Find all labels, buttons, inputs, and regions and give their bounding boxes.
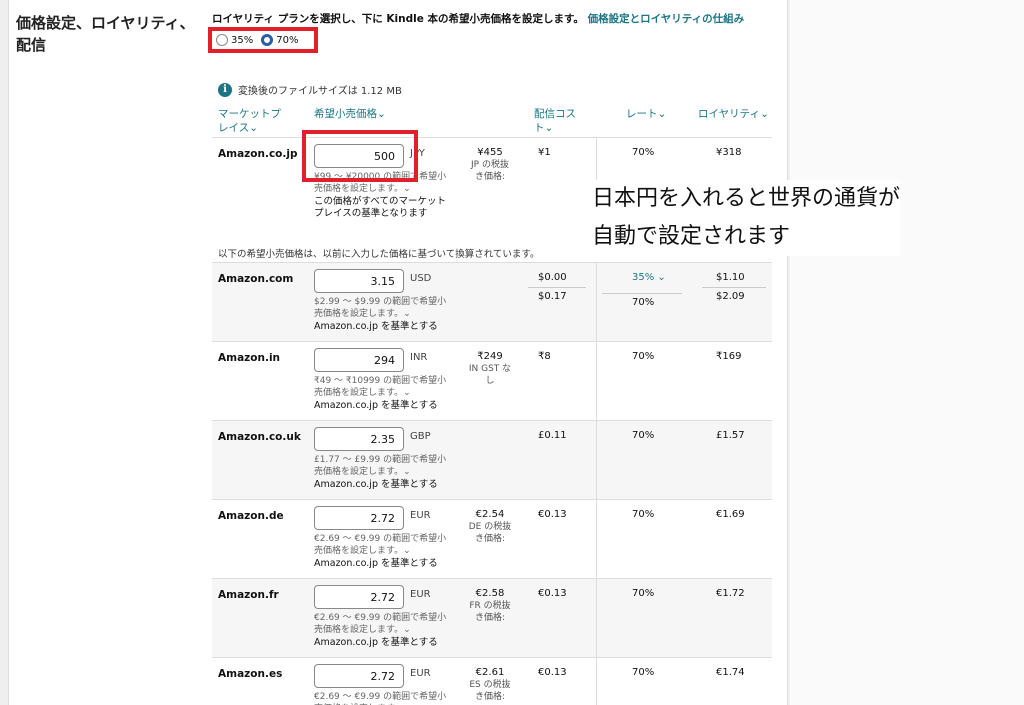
market-name: Amazon.es [218, 668, 283, 680]
delivery-cost: €0.13 [538, 667, 567, 678]
info-icon: i [218, 82, 232, 97]
currency-code: GBP [410, 431, 431, 442]
currency-code: USD [410, 273, 432, 284]
price-range-note[interactable]: $2.99 ～ $9.99 の範囲で希望小売価格を設定します。⌄ [314, 296, 454, 320]
royalty-plan-selector: 35% 70% [208, 27, 318, 53]
conversion-note: 以下の希望小売価格は、以前に入力した価格に基づいて換算されています。 [218, 249, 540, 260]
price-range-note[interactable]: £1.77 ～ £9.99 の範囲で希望小売価格を設定します。⌄ [314, 454, 454, 478]
market-name: Amazon.in [218, 352, 281, 364]
base-price-note: この価格がすべてのマーケットプレイスの基準となります [314, 196, 446, 219]
tax-exclusive-price: ¥455 JP の税抜き価格: [471, 147, 509, 182]
file-size-text: 変換後のファイルサイズは 1.12 MB [238, 86, 402, 97]
header-delivery-cost[interactable]: 配信コスト⌄ [534, 107, 580, 135]
pricing-help-link[interactable]: 価格設定とロイヤリティの仕組み [588, 13, 745, 25]
price-input-es[interactable]: 2.72 [314, 664, 404, 688]
currency-code: INR [410, 352, 428, 363]
price-input-in[interactable]: 294 [314, 348, 404, 372]
plan-35-radio[interactable]: 35% [216, 34, 253, 46]
tax-exclusive-price: €2.61 ES の税抜き価格: [469, 667, 511, 702]
market-row-com: Amazon.com 3.15 USD $2.99 ～ $9.99 の範囲で希望… [212, 262, 772, 341]
market-row-es: Amazon.es 2.72 EUR €2.69 ～ €9.99 の範囲で希望小… [212, 657, 772, 705]
price-input-fr[interactable]: 2.72 [314, 585, 404, 609]
market-name: Amazon.co.jp [218, 148, 298, 160]
delivery-cost: €0.13 [538, 588, 567, 599]
base-price-note: Amazon.co.jp を基準とする [314, 558, 438, 569]
price-input-com[interactable]: 3.15 [314, 269, 404, 293]
currency-code: EUR [410, 668, 431, 679]
tax-exclusive-price: €2.58 FR の税抜き価格: [469, 588, 511, 623]
header-price[interactable]: 希望小売価格⌄ [314, 107, 386, 121]
market-row-uk: Amazon.co.uk 2.35 GBP £1.77 ～ £9.99 の範囲で… [212, 420, 772, 499]
royalty-amount: ₹169 [716, 351, 742, 362]
header-rate[interactable]: レート⌄ [626, 107, 666, 121]
market-row-in: Amazon.in 294 INR ₹49 ～ ₹10999 の範囲で希望小売価… [212, 341, 772, 420]
instruction-text: ロイヤリティ プランを選択し、下に Kindle 本の希望小売価格を設定します。 [212, 13, 584, 25]
price-range-note[interactable]: ₹49 ～ ₹10999 の範囲で希望小売価格を設定します。⌄ [314, 375, 454, 399]
delivery-cost: £0.11 [538, 430, 567, 441]
tax-exclusive-price: ₹249 IN GST なし [468, 351, 512, 386]
radio-off-icon [216, 34, 228, 46]
delivery-cost: ₹8 [538, 351, 551, 362]
price-range-note[interactable]: €2.69 ～ €9.99 の範囲で希望小売価格を設定します。 [314, 691, 454, 705]
chevron-down-icon: ⌄ [403, 546, 411, 556]
callout-annotation: 日本円を入れると世界の通貨が 自動で設定されます [592, 180, 901, 256]
chevron-down-icon: ⌄ [403, 467, 411, 477]
chevron-down-icon: ⌄ [544, 122, 554, 134]
royalty-rate: 70% [632, 147, 655, 158]
currency-code: EUR [410, 589, 431, 600]
market-row-fr: Amazon.fr 2.72 EUR €2.69 ～ €9.99 の範囲で希望小… [212, 578, 772, 657]
price-input-uk[interactable]: 2.35 [314, 427, 404, 451]
price-range-note[interactable]: €2.69 ～ €9.99 の範囲で希望小売価格を設定します。⌄ [314, 533, 454, 557]
royalty-rate: 70% [632, 430, 655, 441]
base-price-note: Amazon.co.jp を基準とする [314, 400, 438, 411]
header-royalty[interactable]: ロイヤリティ⌄ [698, 107, 769, 121]
base-price-note: Amazon.co.jp を基準とする [314, 479, 438, 490]
delivery-cost-70: $0.17 [538, 291, 567, 302]
market-name: Amazon.de [218, 510, 284, 522]
chevron-down-icon: ⌄ [403, 625, 411, 635]
market-row-de: Amazon.de 2.72 EUR €2.69 ～ €9.99 の範囲で希望小… [212, 499, 772, 578]
currency-code: EUR [410, 510, 431, 521]
royalty-amount-70: $2.09 [716, 291, 745, 302]
radio-on-icon [261, 34, 274, 46]
plan-70-radio[interactable]: 70% [261, 34, 298, 46]
royalty-rate: 70% [632, 667, 655, 678]
royalty-amount-35: $1.10 [716, 272, 745, 283]
market-name: Amazon.co.uk [218, 431, 301, 443]
right-blank-pane [790, 0, 1024, 705]
rate-35-toggle[interactable]: 35% ⌄ [632, 272, 666, 283]
header-marketplace[interactable]: マーケットプレイス⌄ [218, 107, 288, 135]
royalty-amount: ¥318 [716, 147, 742, 158]
royalty-rate: 70% [632, 509, 655, 520]
price-highlight-box [302, 130, 418, 182]
chevron-down-icon: ⌄ [760, 108, 769, 120]
price-input-de[interactable]: 2.72 [314, 506, 404, 530]
royalty-amount: €1.69 [716, 509, 745, 520]
chevron-down-icon: ⌄ [657, 272, 666, 283]
royalty-rate: 70% [632, 351, 655, 362]
royalty-amount: £1.57 [716, 430, 745, 441]
chevron-down-icon: ⌄ [249, 122, 258, 134]
chevron-down-icon: ⌄ [403, 309, 411, 319]
section-title: 価格設定、ロイヤリティ、配信 [16, 14, 195, 54]
chevron-down-icon: ⌄ [403, 184, 411, 194]
delivery-cost-35: $0.00 [538, 272, 567, 283]
price-range-note[interactable]: €2.69 ～ €9.99 の範囲で希望小売価格を設定します。⌄ [314, 612, 454, 636]
royalty-amount: €1.72 [716, 588, 745, 599]
delivery-cost: €0.13 [538, 509, 567, 520]
file-size-info: i 変換後のファイルサイズは 1.12 MB [218, 82, 402, 97]
base-price-note: Amazon.co.jp を基準とする [314, 637, 438, 648]
royalty-amount: €1.74 [716, 667, 745, 678]
royalty-rate-70: 70% [632, 297, 655, 308]
chevron-down-icon: ⌄ [657, 108, 667, 120]
delivery-cost: ¥1 [538, 147, 551, 158]
chevron-down-icon: ⌄ [403, 388, 411, 398]
market-name: Amazon.com [218, 273, 294, 285]
pricing-instruction: ロイヤリティ プランを選択し、下に Kindle 本の希望小売価格を設定します。… [212, 11, 744, 26]
royalty-rate: 70% [632, 588, 655, 599]
chevron-down-icon: ⌄ [377, 108, 386, 120]
tax-exclusive-price: €2.54 DE の税抜き価格: [468, 509, 512, 544]
base-price-note: Amazon.co.jp を基準とする [314, 321, 438, 332]
market-name: Amazon.fr [218, 589, 279, 601]
